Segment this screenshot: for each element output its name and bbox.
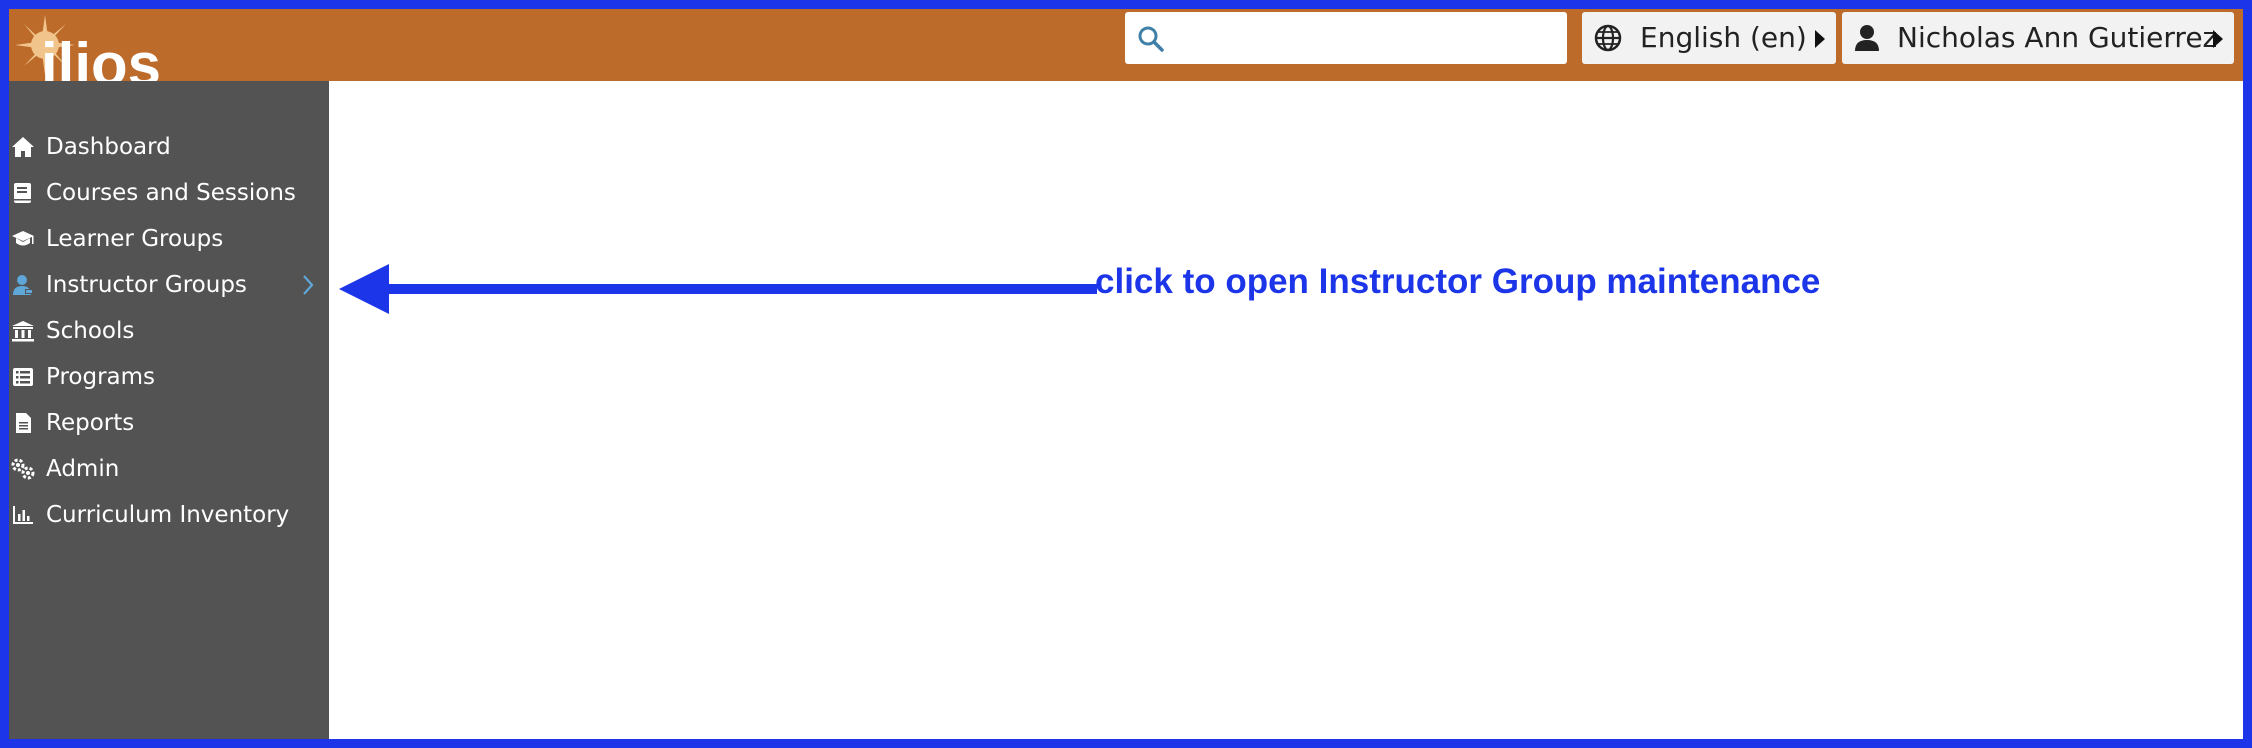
sidebar-item-label: Reports xyxy=(46,410,135,436)
sidebar-item-label: Programs xyxy=(46,364,156,390)
list-icon xyxy=(13,368,33,386)
sidebar-item-reports[interactable]: Reports xyxy=(9,401,329,445)
user-name-label: Nicholas Ann Gutierrez xyxy=(1897,21,2218,54)
chalkboard-user-icon xyxy=(13,275,33,295)
file-icon xyxy=(16,413,31,433)
search-box[interactable] xyxy=(1125,12,1567,66)
sidebar-item-label: Dashboard xyxy=(46,134,171,160)
sidebar-item-admin[interactable]: Admin xyxy=(9,447,329,491)
chart-bar-icon xyxy=(13,506,33,524)
user-menu-button[interactable]: Nicholas Ann Gutierrez xyxy=(1842,12,2234,64)
sidebar-item-instructor-groups[interactable]: Instructor Groups xyxy=(9,263,329,307)
sidebar-item-dashboard[interactable]: Dashboard xyxy=(9,125,329,169)
sidebar-item-curriculum-inventory[interactable]: Curriculum Inventory xyxy=(9,493,329,537)
sidebar-item-programs[interactable]: Programs xyxy=(9,355,329,399)
globe-icon xyxy=(1594,24,1622,52)
chevron-right-icon xyxy=(303,275,314,295)
graduation-cap-icon xyxy=(12,231,34,246)
book-icon xyxy=(14,183,31,203)
sidebar-item-label: Curriculum Inventory xyxy=(46,502,290,528)
sidebar-item-schools[interactable]: Schools xyxy=(9,309,329,353)
language-menu-button[interactable]: English (en) xyxy=(1582,12,1836,64)
user-icon xyxy=(1855,25,1879,51)
sidebar-item-courses-and-sessions[interactable]: Courses and Sessions xyxy=(9,171,329,215)
language-label: English (en) xyxy=(1640,21,1807,54)
sidebar-item-label: Schools xyxy=(46,318,135,344)
cogs-icon xyxy=(11,458,35,480)
sidebar-top xyxy=(9,81,329,109)
main-content xyxy=(329,81,2243,739)
sidebar-item-label: Courses and Sessions xyxy=(46,180,296,206)
sidebar-item-learner-groups[interactable]: Learner Groups xyxy=(9,217,329,261)
sidebar-item-label: Admin xyxy=(46,456,120,482)
screenshot-frame: ilios English (en) Nicholas Ann Gutierre… xyxy=(0,0,2252,748)
annotation-callout-text: click to open Instructor Group maintenan… xyxy=(1095,262,1821,301)
caret-right-icon xyxy=(2213,30,2223,48)
sidebar-item-label: Learner Groups xyxy=(46,226,224,252)
search-input[interactable] xyxy=(1177,12,1561,66)
home-icon xyxy=(12,137,34,157)
sidebar-item-label: Instructor Groups xyxy=(46,272,247,298)
caret-right-icon xyxy=(1815,30,1825,48)
top-header: ilios English (en) Nicholas Ann Gutierre… xyxy=(9,9,2243,95)
annotation-arrow xyxy=(339,264,1097,314)
search-icon xyxy=(1138,26,1164,52)
university-icon xyxy=(12,321,34,342)
sidebar-nav: Dashboard Courses and Sessions Learner G… xyxy=(9,109,329,739)
